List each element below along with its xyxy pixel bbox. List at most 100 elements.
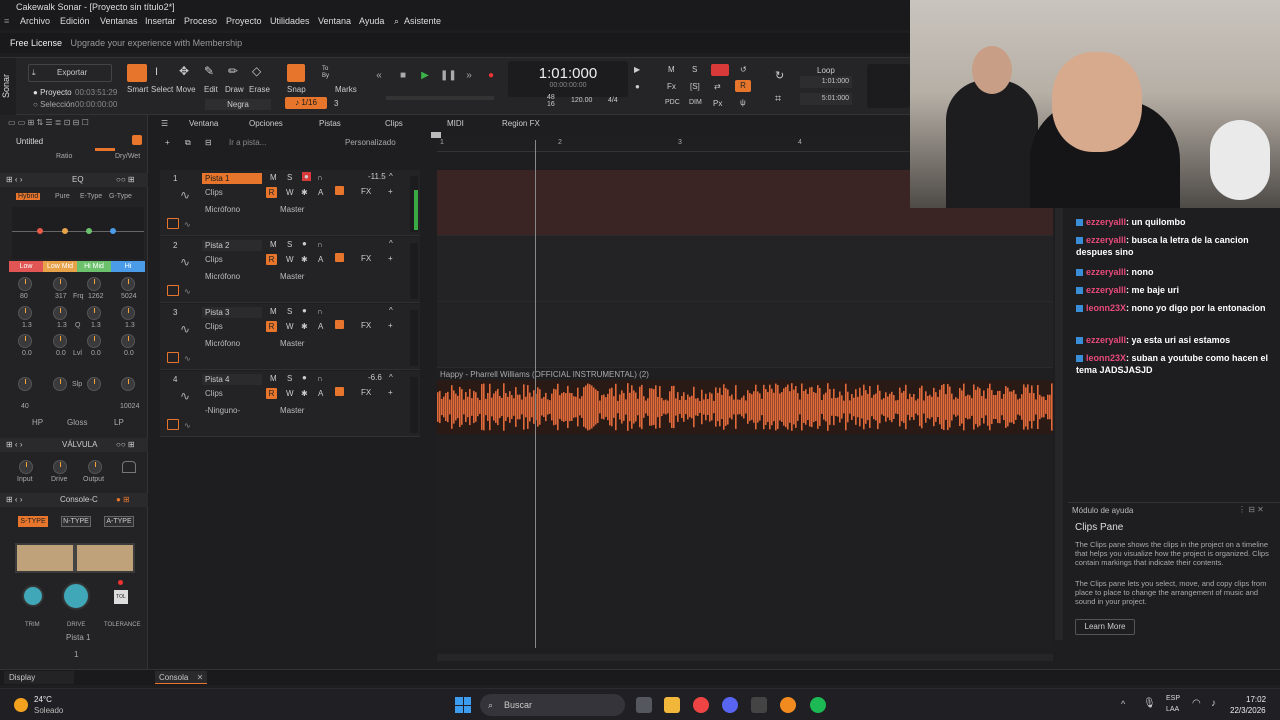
px-button[interactable]: Px [713,99,722,108]
eq-node-hi[interactable] [110,228,116,234]
track-fx-add-icon[interactable]: + [388,254,393,263]
eq-knob-frq-4[interactable] [121,277,135,291]
filter-gloss-button[interactable]: Gloss [67,418,87,427]
timeline-ruler[interactable]: 1 2 3 4 [437,136,910,152]
console-ntype-button[interactable]: N-TYPE [61,516,91,527]
add-track-icon[interactable]: + [165,138,170,147]
band-low[interactable]: Low [9,261,43,272]
wifi-icon[interactable]: ◠ [1192,698,1201,709]
record-icon[interactable]: ● [484,69,498,83]
stop-icon[interactable]: ■ [396,69,410,83]
track-output-select[interactable]: Master [280,205,304,214]
track-lanes-icon[interactable] [167,285,179,296]
dim-button[interactable]: DIM [689,99,702,106]
slp-knob-left[interactable] [53,377,67,391]
eq-knob-lvl-2[interactable] [53,334,67,348]
eq-knob-q-4[interactable] [121,306,135,320]
track-fx-add-icon[interactable]: + [388,388,393,397]
track-record-arm-icon[interactable]: ● [302,373,307,382]
console-tab-close-icon[interactable]: ✕ [197,673,204,682]
lang-label-1[interactable]: ESP [1166,695,1180,702]
vertical-scrollbar[interactable] [1055,170,1063,640]
metronome-icon[interactable]: ψ [740,98,746,107]
ratio-slider[interactable] [95,148,115,151]
eq-knob-lvl-1[interactable] [18,334,32,348]
fx-button[interactable]: Fx [667,82,676,91]
track-auto-button[interactable]: A [318,322,323,331]
inspector-tab-icons[interactable]: ▭ ▭ ⊞ ⇅ ☰ ≣ ⊡ ⊟ ☐ [8,118,89,127]
track-record-arm-icon[interactable]: ● [302,172,311,181]
track-automation-icon[interactable]: ∿ [184,354,191,363]
sonar-taskbar-icon[interactable] [780,697,796,713]
track-fx-button[interactable]: FX [361,388,371,397]
track-lanes-icon[interactable] [167,218,179,229]
menu-ventana[interactable]: Ventana [318,16,351,26]
track-snowflake-icon[interactable]: ✱ [301,389,308,398]
menu-icon[interactable]: ≡ [4,16,9,26]
play-icon[interactable]: ▶ [418,69,432,83]
filter-lp-button[interactable]: LP [114,418,124,427]
track-collapse-icon[interactable]: ^ [389,239,393,248]
track-record-arm-icon[interactable]: ● [302,306,307,315]
band-hi[interactable]: Hi [111,261,145,272]
snap-value-select[interactable]: ♪ 1/16 [285,97,327,109]
track-input-select[interactable]: Micrófono [205,339,240,348]
s-bracket-button[interactable]: [S] [690,82,700,91]
move-tool-icon[interactable]: ✥ [179,64,189,78]
eq-knob-q-1[interactable] [18,306,32,320]
track-settings-icon[interactable]: ⊟ [205,138,212,147]
eq-knob-lvl-3[interactable] [87,334,101,348]
track-mute-button[interactable]: M [270,307,277,316]
eq-mode-etype[interactable]: E-Type [80,193,102,200]
track-write-button[interactable]: W [286,322,294,331]
track-lanes-icon[interactable] [167,352,179,363]
track-output-select[interactable]: Master [280,339,304,348]
upgrade-link[interactable]: Upgrade your experience with Membership [71,38,243,48]
track-type-select[interactable]: Clips [205,255,223,264]
eq-node-lowmid[interactable] [62,228,68,234]
track-monitor-icon[interactable]: ∩ [317,374,323,383]
rewind-icon[interactable]: « [372,69,386,83]
time-display[interactable]: 1:01:000 00:00:00:00 [508,61,628,97]
smart-tool-icon[interactable] [127,64,147,82]
draw-tool-icon[interactable]: ✏ [228,64,238,78]
project-radio[interactable]: ● Proyecto [33,88,72,97]
track-solo-button[interactable]: S [287,374,292,383]
punch-icon[interactable]: ⌗ [775,93,781,106]
lane-3[interactable] [437,302,1053,368]
track-read-button[interactable]: R [266,187,277,198]
track-mute-button[interactable]: M [270,240,277,249]
swap-icon[interactable]: ⇄ [714,82,721,91]
pause-icon[interactable]: ❚❚ [440,69,457,83]
goto-track-field[interactable]: Ir a pista... [229,138,266,147]
r-button[interactable]: R [735,80,751,92]
mic-icon[interactable]: 🎙 [1143,698,1156,709]
track-auto-button[interactable]: A [318,255,323,264]
console-tol-button[interactable]: TOL [114,590,128,604]
eq-mode-gtype[interactable]: G-Type [109,193,132,200]
chrome-icon[interactable] [693,697,709,713]
track-collapse-icon[interactable]: ^ [389,373,393,382]
track-header[interactable]: 4 Pista 4 M S ● ∩ -6.6 ^ ∿ Clips R W ✱ A… [160,371,420,437]
lane-2[interactable] [437,236,1053,302]
windows-start-icon[interactable] [455,697,471,713]
track-solo-button[interactable]: S [287,173,292,182]
tempo-field[interactable]: 120.00 [571,97,592,104]
obs-icon[interactable] [751,697,767,713]
lp-knob[interactable] [121,377,135,391]
eq-node-himid[interactable] [86,228,92,234]
taskbar-search[interactable]: ⌕ Buscar [480,694,625,716]
menu-tv-midi[interactable]: MIDI [447,119,464,128]
track-lanes-icon[interactable] [167,419,179,430]
console-power-icon[interactable]: ● ⊞ [116,493,130,507]
track-solo-button[interactable]: S [287,240,292,249]
now-time-cursor[interactable] [535,140,536,648]
track-fx-add-icon[interactable]: + [388,321,393,330]
menu-utilidades[interactable]: Utilidades [270,16,310,26]
play-from-icon[interactable]: ▶ [634,65,640,74]
eq-mode-pure[interactable]: Pure [55,193,70,200]
volume-icon[interactable]: ♪ [1211,698,1216,709]
valve-drive-knob[interactable] [53,460,67,474]
track-monitor-icon[interactable]: ∩ [317,307,323,316]
menu-tv-opciones[interactable]: Opciones [249,119,283,128]
